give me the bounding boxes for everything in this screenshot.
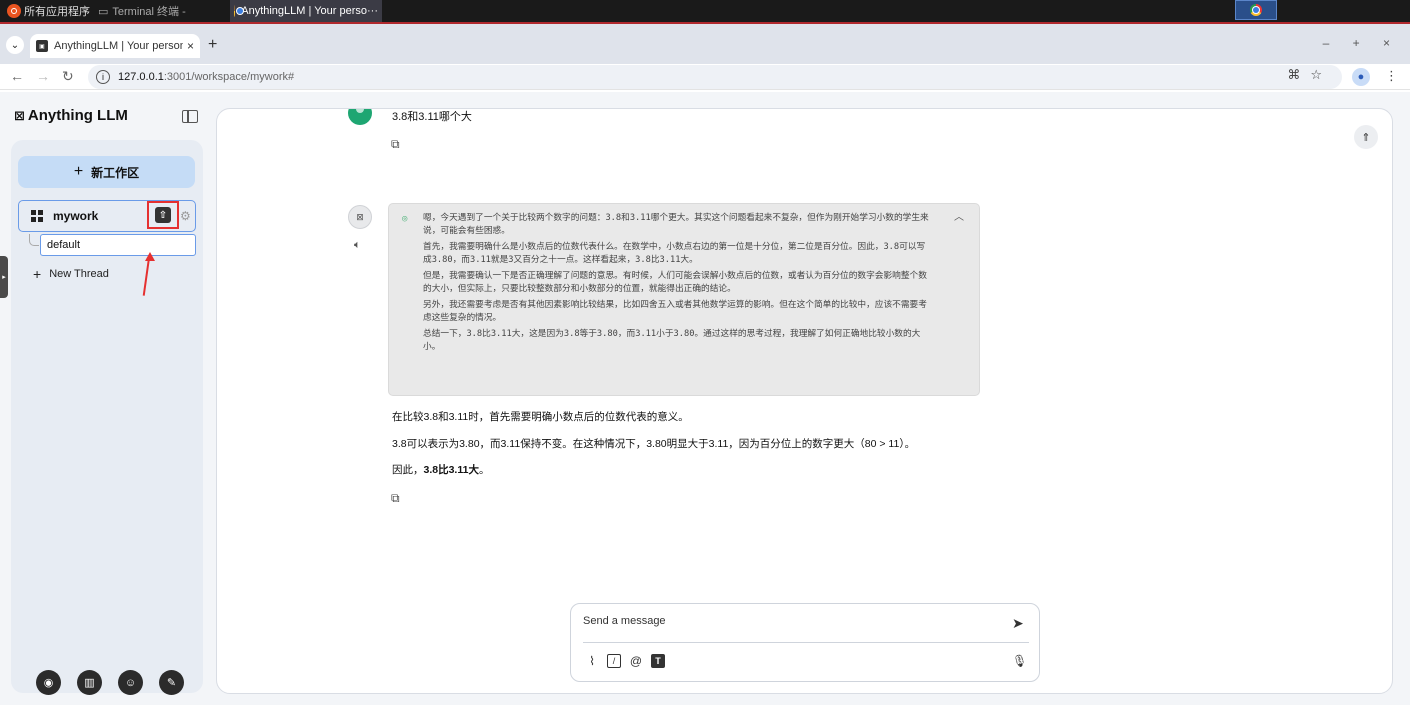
text-format-icon[interactable]: T	[651, 654, 665, 668]
discord-icon[interactable]: ☺	[118, 670, 143, 695]
github-icon[interactable]: ◉	[36, 670, 61, 695]
attach-icon[interactable]: ⌇	[585, 654, 599, 668]
tab-strip: ⌄ ▣ AnythingLLM | Your personal × + – + …	[0, 24, 1410, 64]
address-bar: ← → ↻ i 127.0.0.1:3001/workspace/mywork#…	[0, 64, 1410, 90]
composer-tools: ⌇ / @ T	[585, 654, 665, 668]
workspace-grid-icon	[31, 210, 43, 222]
taskbar-terminal-label: Terminal 终端 -	[112, 6, 186, 18]
workspace-item-mywork[interactable]: mywork ⇧ ⚙	[18, 200, 196, 232]
scroll-to-top-icon[interactable]: ⇑	[1354, 125, 1378, 149]
logo-icon: ⊠	[14, 107, 25, 123]
apps-menu[interactable]: 所有应用程序	[0, 0, 94, 22]
thinking-paragraph: 首先，我需要明确什么是小数点后的位数代表什么。在数学中，小数点右边的第一位是十分…	[423, 242, 926, 265]
upload-button[interactable]: ⇧	[147, 201, 179, 229]
url-path: :3001/workspace/mywork#	[163, 71, 295, 83]
url-host: 127.0.0.1	[118, 71, 164, 83]
profile-icon[interactable]: ●	[1352, 68, 1370, 86]
message-composer: Send a message ➤ ⌇ / @ T 🎙︎	[570, 603, 1040, 682]
new-thread-button[interactable]: + New Thread	[33, 266, 109, 282]
gear-icon[interactable]: ⚙	[180, 209, 191, 223]
thinking-paragraph: 总结一下，3.8比3.11大，这是因为3.8等于3.80，而3.11小于3.80…	[423, 329, 921, 352]
plus-icon: +	[33, 266, 42, 282]
site-info-icon[interactable]: i	[96, 70, 110, 84]
close-tab-icon[interactable]: ×	[187, 39, 194, 53]
url-field[interactable]: i 127.0.0.1:3001/workspace/mywork#	[88, 65, 1342, 89]
browser-window: ⌄ ▣ AnythingLLM | Your personal × + – + …	[0, 22, 1410, 705]
user-message: 3.8和3.11哪个大	[392, 111, 472, 123]
tray-chrome[interactable]	[1235, 0, 1277, 20]
copy-icon[interactable]: ⧉	[391, 137, 400, 152]
tab-search-icon[interactable]: ⌄	[6, 36, 24, 54]
answer-bold: 3.8比3.11大	[423, 464, 479, 476]
answer-prefix: 因此，	[392, 464, 424, 476]
thinking-paragraph: 嗯，今天遇到了一个关于比较两个数字的问题：3.8和3.11哪个更大。其实这个问题…	[423, 213, 929, 236]
sidebar: ⊠ Anything LLM + 新工作区 mywork ⇧ ⚙ default…	[0, 92, 208, 705]
message-input[interactable]: Send a message	[583, 615, 666, 627]
answer-suffix: 。	[478, 464, 490, 476]
chat-area: ⇑ 3.8和3.11哪个大 ⧉ ⊠ 🔈︎ ◎ ︿ 嗯，今天遇到了一个关于比较两个…	[216, 108, 1393, 694]
chrome-icon	[1250, 4, 1262, 16]
chevron-up-icon[interactable]: ︿	[954, 211, 964, 224]
settings-wrench-icon[interactable]: ✎	[159, 670, 184, 695]
reload-icon[interactable]: ↻	[62, 68, 74, 85]
sidebar-toggle-icon[interactable]	[182, 110, 198, 123]
app-logo: ⊠ Anything LLM	[14, 107, 128, 124]
composer-divider	[583, 642, 1029, 643]
terminal-icon: ▭	[98, 5, 109, 18]
send-icon[interactable]: ➤	[1012, 615, 1024, 632]
speaker-icon[interactable]: 🔈︎	[354, 239, 361, 252]
apps-menu-label: 所有应用程序	[24, 6, 90, 18]
logo-text: Anything LLM	[27, 107, 128, 124]
thinking-paragraph: 另外，我还需要考虑是否有其他因素影响比较结果，比如四舍五入或者其他数学运算的影响…	[423, 300, 927, 323]
taskbar-browser[interactable]: AnythingLLM | Your perso···	[230, 0, 382, 22]
thinking-block[interactable]: ◎ ︿ 嗯，今天遇到了一个关于比较两个数字的问题：3.8和3.11哪个更大。其实…	[388, 203, 980, 396]
chrome-icon	[234, 5, 246, 17]
thought-icon: ◎	[402, 214, 408, 224]
browser-tab[interactable]: ▣ AnythingLLM | Your personal ×	[30, 34, 200, 58]
anythingllm-app: ▸ ⊠ Anything LLM + 新工作区 mywork ⇧ ⚙ defau…	[0, 92, 1410, 705]
os-taskbar: 所有应用程序 ▭ Terminal 终端 - AnythingLLM | You…	[0, 0, 1410, 22]
annotation-arrow-head	[145, 252, 155, 261]
at-mention-icon[interactable]: @	[629, 654, 643, 668]
new-tab-button[interactable]: +	[208, 36, 217, 54]
back-icon[interactable]: ←	[10, 68, 24, 84]
sidebar-footer: ◉ ▥ ☺ ✎	[36, 670, 184, 695]
anythingllm-favicon: ▣	[36, 40, 48, 52]
translate-bookmark-icons[interactable]: ⌘☆	[1287, 67, 1332, 83]
slash-command-icon[interactable]: /	[607, 654, 621, 668]
taskbar-browser-label: AnythingLLM | Your perso···	[241, 5, 378, 17]
upload-icon: ⇧	[155, 207, 171, 223]
copy-icon[interactable]: ⧉	[391, 491, 400, 506]
answer-conclusion: 因此，3.8比3.11大。	[392, 462, 489, 477]
microphone-icon[interactable]: 🎙︎	[1012, 654, 1027, 668]
new-thread-label: New Thread	[49, 268, 109, 280]
docs-book-icon[interactable]: ▥	[77, 670, 102, 695]
menu-icon[interactable]: ⋮	[1385, 68, 1398, 84]
answer-line: 3.8可以表示为3.80，而3.11保持不变。在这种情况下，3.80明显大于3.…	[392, 438, 916, 450]
thread-item-default[interactable]: default	[40, 234, 196, 256]
thread-connector	[29, 234, 39, 246]
forward-icon[interactable]: →	[36, 68, 50, 84]
assistant-avatar: ⊠	[348, 205, 372, 229]
taskbar-terminal[interactable]: ▭ Terminal 终端 -	[94, 0, 190, 22]
user-avatar	[348, 109, 372, 125]
thinking-paragraph: 但是，我需要确认一下是否正确理解了问题的意思。有时候，人们可能会误解小数点后的位…	[423, 271, 927, 294]
window-controls[interactable]: – + ×	[1323, 36, 1400, 50]
new-workspace-label: 新工作区	[91, 165, 140, 180]
tab-title: AnythingLLM | Your personal	[54, 40, 183, 52]
ubuntu-icon	[7, 4, 21, 18]
new-workspace-button[interactable]: + 新工作区	[18, 156, 195, 188]
workspace-panel: + 新工作区 mywork ⇧ ⚙ default + New Thread	[11, 140, 203, 693]
workspace-name: mywork	[53, 209, 99, 223]
plus-icon: +	[73, 163, 84, 180]
answer-line: 在比较3.8和3.11时，首先需要明确小数点后的位数代表的意义。	[392, 411, 689, 423]
